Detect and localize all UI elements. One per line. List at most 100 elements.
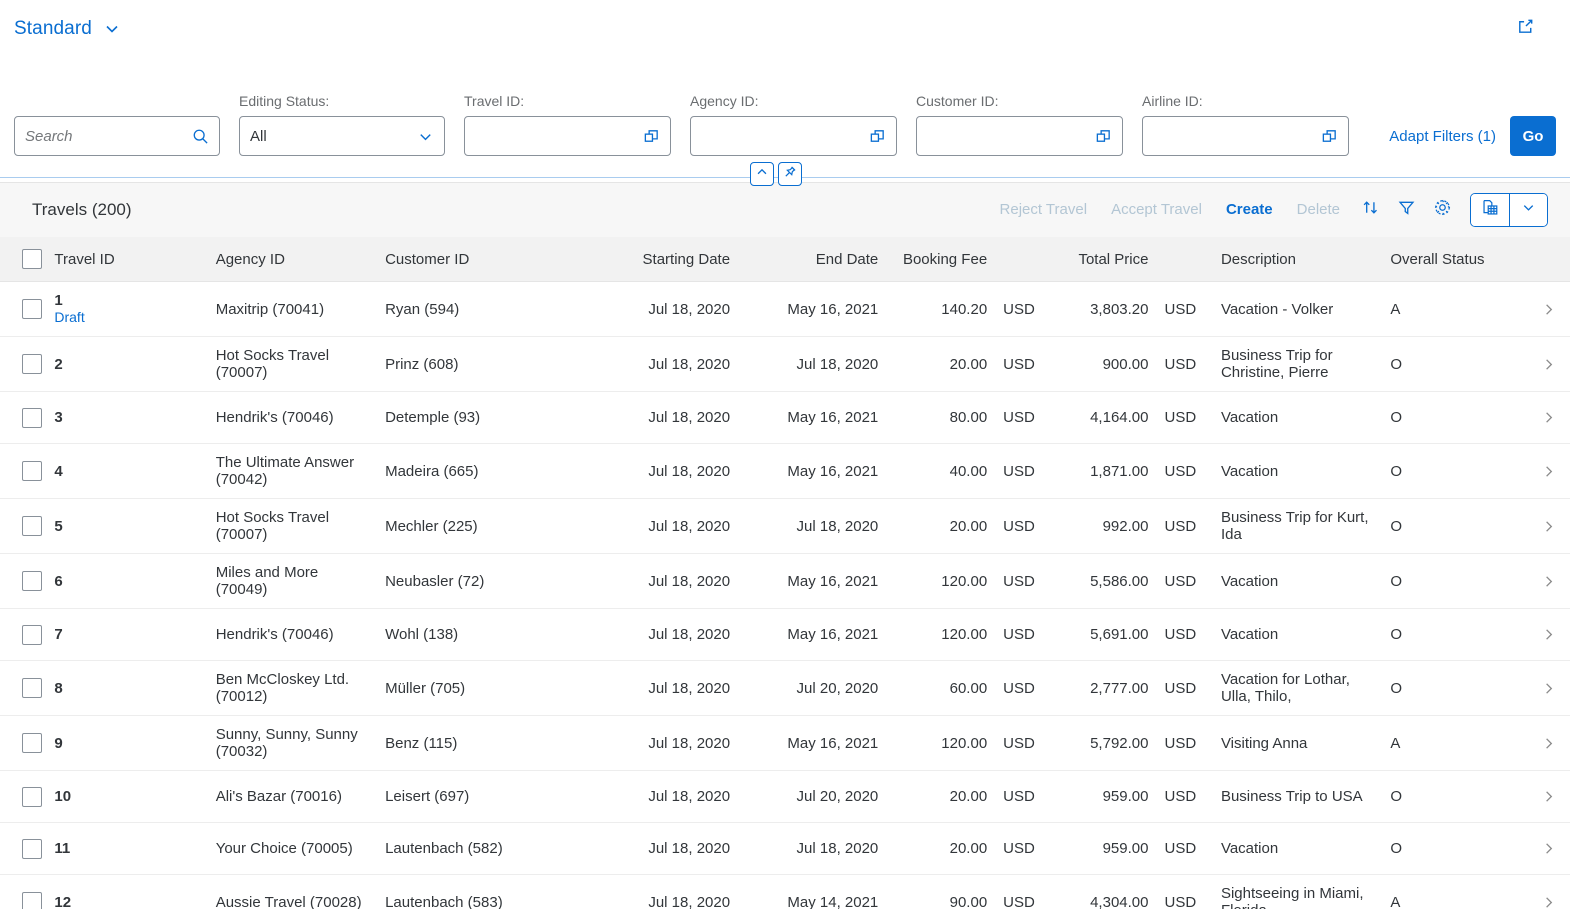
row-checkbox[interactable] <box>22 892 42 909</box>
settings-button[interactable] <box>1424 193 1460 227</box>
navigate-chevron-icon[interactable] <box>1531 627 1562 642</box>
export-to-spreadsheet-button[interactable] <box>1471 194 1509 226</box>
row-checkbox[interactable] <box>22 407 42 428</box>
chevron-down-icon[interactable] <box>417 128 434 145</box>
table-row[interactable]: 7 Hendrik's (70046) Wohl (138) Jul 18, 2020… <box>0 608 1570 661</box>
row-checkbox[interactable] <box>22 299 42 319</box>
column-header-starting-date[interactable]: Starting Date <box>576 237 739 282</box>
cell-total-price: 5,691.00 <box>1047 608 1157 661</box>
navigate-chevron-icon[interactable] <box>1531 736 1562 751</box>
table-row[interactable]: 8 Ben McCloskey Ltd. (70012) Müller (705) J… <box>0 660 1570 716</box>
search-input[interactable]: Search <box>14 116 220 156</box>
navigate-chevron-icon[interactable] <box>1531 464 1562 479</box>
cell-total-price-currency: USD <box>1156 822 1213 875</box>
table-row[interactable]: 12 Aussie Travel (70028) Lautenbach (583) J… <box>0 874 1570 909</box>
cell-end-date: Jul 20, 2020 <box>738 660 887 716</box>
select-all-checkbox[interactable] <box>22 249 42 269</box>
table-row[interactable]: 3 Hendrik's (70046) Detemple (93) Jul 18, 2… <box>0 391 1570 444</box>
agency-id-input[interactable] <box>690 116 897 156</box>
column-header-agency-id[interactable]: Agency ID <box>207 237 378 282</box>
cell-navigation[interactable] <box>1523 770 1570 823</box>
cell-agency-id: Maxitrip (70041) <box>207 281 378 337</box>
search-icon[interactable] <box>192 128 209 145</box>
customer-id-input[interactable] <box>916 116 1123 156</box>
table-row[interactable]: 11 Your Choice (70005) Lautenbach (582) Jul… <box>0 822 1570 875</box>
cell-navigation[interactable] <box>1523 443 1570 499</box>
table-row[interactable]: 6 Miles and More (70049) Neubasler (72) Jul… <box>0 553 1570 609</box>
navigate-chevron-icon[interactable] <box>1531 302 1562 317</box>
navigate-chevron-icon[interactable] <box>1531 895 1562 909</box>
cell-booking-fee-currency: USD <box>995 608 1048 661</box>
cell-starting-date: Jul 18, 2020 <box>576 498 739 554</box>
go-button[interactable]: Go <box>1510 116 1556 156</box>
row-checkbox[interactable] <box>22 838 42 859</box>
column-header-total-price[interactable]: Total Price <box>1047 237 1157 282</box>
cell-navigation[interactable] <box>1523 336 1570 392</box>
table-row[interactable]: 5 Hot Socks Travel (70007) Mechler (225) Ju… <box>0 498 1570 554</box>
value-help-icon[interactable] <box>869 128 886 145</box>
row-checkbox[interactable] <box>22 354 42 374</box>
export-menu-button[interactable] <box>1509 194 1547 226</box>
navigate-chevron-icon[interactable] <box>1531 841 1562 856</box>
value-help-icon[interactable] <box>1095 128 1112 145</box>
cell-navigation[interactable] <box>1523 715 1570 771</box>
cell-navigation[interactable] <box>1523 608 1570 661</box>
row-select-cell <box>0 553 47 609</box>
row-checkbox[interactable] <box>22 516 42 536</box>
accept-travel-button[interactable]: Accept Travel <box>1099 193 1214 227</box>
column-header-end-date[interactable]: End Date <box>738 237 887 282</box>
pin-filter-bar-button[interactable] <box>778 162 802 186</box>
navigate-chevron-icon[interactable] <box>1531 357 1562 372</box>
create-button[interactable]: Create <box>1214 193 1285 227</box>
navigate-chevron-icon[interactable] <box>1531 574 1562 589</box>
table-header: Travel ID Agency ID Customer ID Starting… <box>0 237 1570 282</box>
reject-travel-button[interactable]: Reject Travel <box>988 193 1100 227</box>
navigate-chevron-icon[interactable] <box>1531 410 1562 425</box>
value-help-icon[interactable] <box>1321 128 1338 145</box>
row-select-cell <box>0 715 47 771</box>
cell-travel-id: 2 <box>46 336 208 392</box>
variant-selector[interactable]: Standard <box>14 18 121 40</box>
table-row[interactable]: 2 Hot Socks Travel (70007) Prinz (608) Jul … <box>0 336 1570 392</box>
row-checkbox[interactable] <box>22 786 42 807</box>
cell-navigation[interactable] <box>1523 874 1570 909</box>
table-row[interactable]: 4 The Ultimate Answer (70042) Madeira (665… <box>0 443 1570 499</box>
cell-overall-status: O <box>1382 498 1524 554</box>
table-row[interactable]: 9 Sunny, Sunny, Sunny (70032) Benz (115) Ju… <box>0 715 1570 771</box>
travel-id-input[interactable] <box>464 116 671 156</box>
row-checkbox[interactable] <box>22 461 42 481</box>
airline-id-input[interactable] <box>1142 116 1349 156</box>
cell-total-price: 5,586.00 <box>1047 553 1157 609</box>
cell-navigation[interactable] <box>1523 281 1570 337</box>
cell-navigation[interactable] <box>1523 391 1570 444</box>
filter-field-agency-id: Agency ID: <box>690 92 897 156</box>
row-checkbox[interactable] <box>22 733 42 753</box>
cell-navigation[interactable] <box>1523 498 1570 554</box>
filter-field-customer-id: Customer ID: <box>916 92 1123 156</box>
navigate-chevron-icon[interactable] <box>1531 519 1562 534</box>
value-help-icon[interactable] <box>643 128 660 145</box>
cell-navigation[interactable] <box>1523 553 1570 609</box>
row-checkbox[interactable] <box>22 571 42 591</box>
editing-status-select[interactable]: All <box>239 116 445 156</box>
column-header-booking-fee[interactable]: Booking Fee <box>886 237 996 282</box>
sort-button[interactable] <box>1352 193 1388 227</box>
cell-navigation[interactable] <box>1523 660 1570 716</box>
share-button[interactable] <box>1508 12 1542 46</box>
row-checkbox[interactable] <box>22 678 42 698</box>
cell-navigation[interactable] <box>1523 822 1570 875</box>
column-header-description[interactable]: Description <box>1212 237 1383 282</box>
column-header-travel-id[interactable]: Travel ID <box>46 237 208 282</box>
table-row[interactable]: 10 Ali's Bazar (70016) Leisert (697) Jul 18… <box>0 770 1570 823</box>
table-row[interactable]: 1 Draft Maxitrip (70041) Ryan (594) Jul 18, … <box>0 281 1570 337</box>
filter-button[interactable] <box>1388 193 1424 227</box>
navigate-chevron-icon[interactable] <box>1531 789 1562 804</box>
delete-button[interactable]: Delete <box>1285 193 1352 227</box>
cell-travel-id: 1 Draft <box>46 281 208 337</box>
adapt-filters-button[interactable]: Adapt Filters (1) <box>1389 116 1496 156</box>
column-header-overall-status[interactable]: Overall Status <box>1382 237 1524 282</box>
column-header-customer-id[interactable]: Customer ID <box>377 237 577 282</box>
navigate-chevron-icon[interactable] <box>1531 681 1562 696</box>
collapse-filter-bar-button[interactable] <box>750 162 774 186</box>
row-checkbox[interactable] <box>22 624 42 645</box>
